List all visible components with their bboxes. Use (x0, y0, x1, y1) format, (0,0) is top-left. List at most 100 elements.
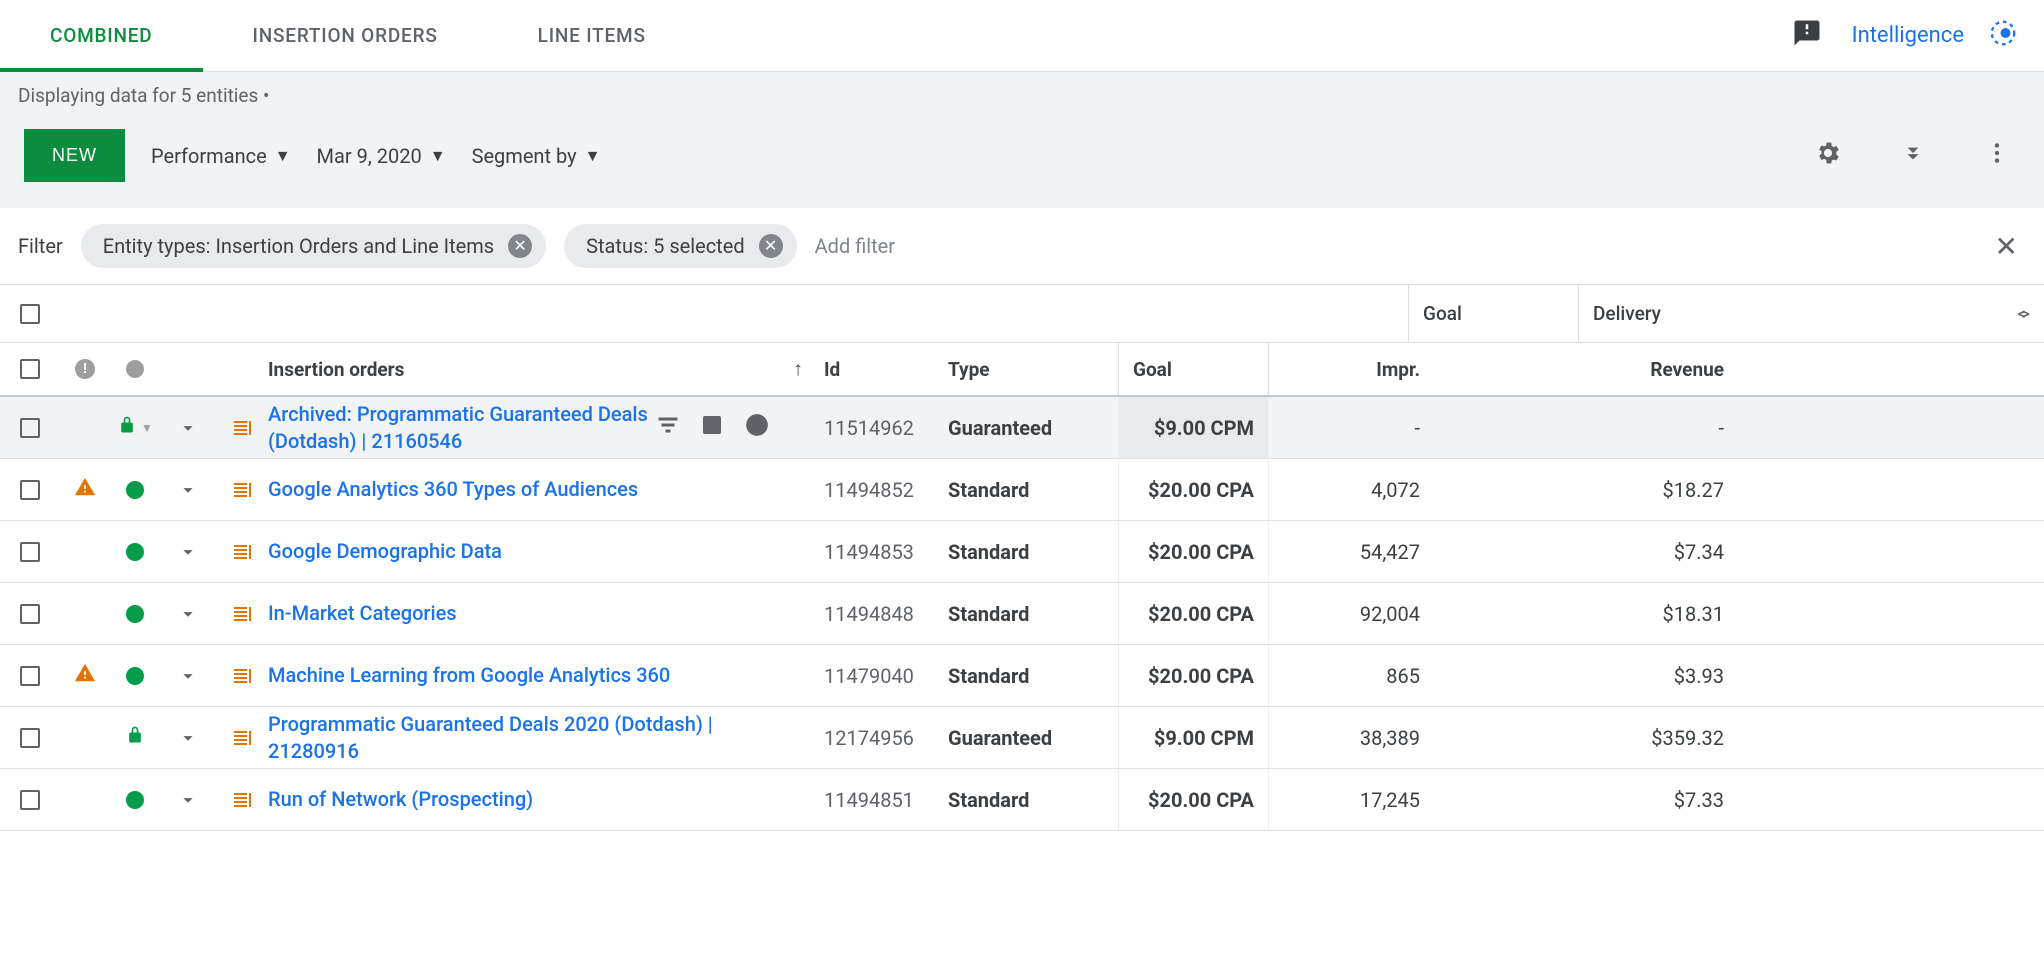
column-header-goal[interactable]: Goal (1118, 343, 1268, 395)
chevron-down-icon: ▼ (585, 146, 601, 166)
expand-row-icon[interactable] (160, 789, 216, 811)
tab-combined[interactable]: COMBINED (0, 0, 203, 71)
status-active-icon (126, 791, 144, 809)
row-checkbox[interactable] (20, 666, 40, 686)
row-id: 11494852 (818, 478, 948, 502)
row-goal: $9.00 CPM (1118, 397, 1268, 458)
row-goal: $20.00 CPA (1118, 459, 1268, 520)
sort-arrow-icon[interactable]: ↑ (778, 357, 818, 381)
row-revenue: $7.34 (1438, 521, 1738, 582)
open-action-icon[interactable] (700, 413, 724, 442)
row-id: 11514962 (818, 416, 948, 440)
row-name-link[interactable]: Google Analytics 360 Types of Audiences (268, 476, 646, 503)
new-button[interactable]: NEW (24, 129, 125, 182)
expand-row-icon[interactable] (160, 665, 216, 687)
row-revenue: $3.93 (1438, 645, 1738, 706)
feedback-icon[interactable] (1792, 18, 1822, 53)
status-active-icon (126, 543, 144, 561)
close-icon[interactable]: ✕ (508, 234, 532, 258)
table-row: Run of Network (Prospecting)11494851Stan… (0, 769, 2044, 831)
column-header-type[interactable]: Type (948, 358, 1118, 381)
expand-row-icon[interactable] (160, 417, 216, 439)
column-group-goal: Goal (1408, 285, 1578, 342)
expand-columns-icon[interactable]: < > (2018, 304, 2026, 323)
delivery-label: Delivery (1593, 302, 1661, 325)
row-impr: 92,004 (1268, 583, 1438, 644)
column-header-revenue[interactable]: Revenue (1438, 343, 1738, 395)
filter-chip-entity-types[interactable]: Entity types: Insertion Orders and Line … (81, 224, 546, 268)
expand-row-icon[interactable] (160, 479, 216, 501)
table-row: Google Analytics 360 Types of Audiences 1… (0, 459, 2044, 521)
more-vert-icon[interactable] (1968, 140, 2026, 171)
chip-label: Entity types: Insertion Orders and Line … (103, 234, 494, 258)
row-checkbox[interactable] (20, 542, 40, 562)
table-row: ▼ Archived: Programmatic Guaranteed Deals… (0, 397, 2044, 459)
date-dropdown[interactable]: Mar 9, 2020 ▼ (317, 144, 446, 168)
column-header-id[interactable]: Id (818, 358, 948, 381)
info-text: Displaying data for 5 entities • (0, 72, 2044, 107)
row-type: Standard (948, 602, 1118, 626)
row-impr: 4,072 (1268, 459, 1438, 520)
table-row: Google Demographic Data 11494853Standard $… (0, 521, 2044, 583)
add-filter[interactable]: Add filter (815, 234, 895, 258)
row-name-link[interactable]: Programmatic Guaranteed Deals 2020 (Dotd… (268, 711, 778, 765)
intelligence-icon[interactable] (1988, 18, 2018, 53)
insertion-order-icon (216, 664, 268, 688)
tab-insertion-orders[interactable]: INSERTION ORDERS (203, 0, 488, 71)
row-goal: $9.00 CPM (1118, 707, 1268, 768)
row-name-link[interactable]: Machine Learning from Google Analytics 3… (268, 662, 678, 689)
intelligence-link[interactable]: Intelligence (1852, 23, 1964, 48)
row-type: Standard (948, 478, 1118, 502)
insertion-order-icon (216, 478, 268, 502)
status-lock-icon[interactable]: ▼ (117, 415, 153, 440)
close-icon[interactable]: ✕ (759, 234, 783, 258)
column-header-name[interactable]: Insertion orders (268, 358, 778, 381)
row-name-link[interactable]: In-Market Categories (268, 600, 465, 627)
row-type: Guaranteed (948, 726, 1118, 750)
select-all-checkbox[interactable] (20, 304, 40, 324)
row-type: Standard (948, 664, 1118, 688)
close-filters-icon[interactable]: ✕ (1987, 230, 2026, 263)
row-id: 11494853 (818, 540, 948, 564)
gear-icon[interactable] (1798, 139, 1858, 172)
row-revenue: $359.32 (1438, 707, 1738, 768)
row-impr: - (1268, 397, 1438, 458)
row-impr: 865 (1268, 645, 1438, 706)
row-checkbox[interactable] (20, 790, 40, 810)
segment-label: Segment by (472, 144, 577, 168)
insertion-order-icon (216, 416, 268, 440)
row-type: Standard (948, 540, 1118, 564)
filter-label: Filter (18, 234, 63, 258)
performance-label: Performance (151, 144, 267, 168)
status-lock-icon[interactable] (125, 725, 145, 750)
segment-dropdown[interactable]: Segment by ▼ (472, 144, 601, 168)
date-label: Mar 9, 2020 (317, 144, 422, 168)
expand-row-icon[interactable] (160, 727, 216, 749)
row-name-link[interactable]: Google Demographic Data (268, 538, 510, 565)
column-header-impr[interactable]: Impr. (1268, 343, 1438, 395)
expand-row-icon[interactable] (160, 603, 216, 625)
status-active-icon (126, 605, 144, 623)
warning-icon (74, 662, 96, 689)
select-all-checkbox-2[interactable] (20, 359, 40, 379)
filter-chip-status[interactable]: Status: 5 selected ✕ (564, 224, 797, 268)
status-active-icon (126, 667, 144, 685)
row-name-link[interactable]: Run of Network (Prospecting) (268, 786, 541, 813)
column-group-delivery: Delivery < > (1578, 285, 2038, 342)
expand-row-icon[interactable] (160, 541, 216, 563)
row-checkbox[interactable] (20, 418, 40, 438)
chip-label: Status: 5 selected (586, 234, 745, 258)
row-name-link[interactable]: Archived: Programmatic Guaranteed Deals … (268, 401, 648, 455)
row-checkbox[interactable] (20, 604, 40, 624)
row-type: Guaranteed (948, 416, 1118, 440)
performance-dropdown[interactable]: Performance ▼ (151, 144, 291, 168)
add-action-icon[interactable] (744, 412, 770, 443)
tab-line-items[interactable]: LINE ITEMS (488, 0, 696, 71)
expand-all-icon[interactable] (1884, 140, 1942, 171)
row-type: Standard (948, 788, 1118, 812)
row-checkbox[interactable] (20, 728, 40, 748)
row-revenue: - (1438, 397, 1738, 458)
row-checkbox[interactable] (20, 480, 40, 500)
insertion-order-icon (216, 726, 268, 750)
filter-action-icon[interactable] (656, 413, 680, 442)
